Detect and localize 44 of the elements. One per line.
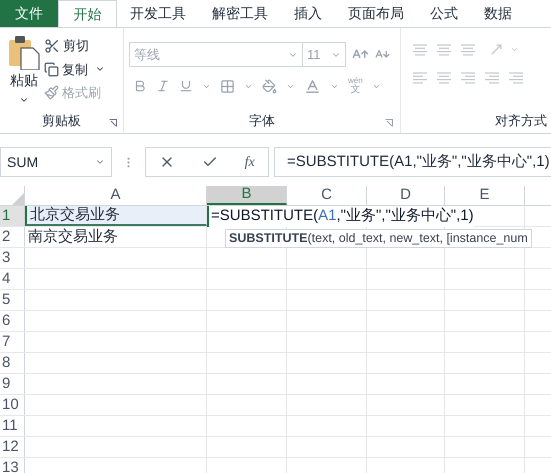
row-header[interactable]: 11 bbox=[0, 416, 25, 436]
ribbon-tab[interactable]: 公式 bbox=[418, 0, 470, 27]
row-header[interactable]: 12 bbox=[0, 437, 25, 457]
row-header[interactable]: 13 bbox=[0, 458, 25, 473]
group-label: 剪贴板 bbox=[42, 112, 81, 130]
ribbon-tab[interactable]: 开发工具 bbox=[118, 0, 198, 27]
insert-function-button[interactable]: fx bbox=[244, 152, 255, 172]
launcher-icon[interactable] bbox=[109, 119, 117, 127]
ribbon-tab[interactable]: 开始 bbox=[58, 0, 117, 27]
column-header[interactable]: D bbox=[367, 186, 445, 205]
group-label: 对齐方式 bbox=[495, 112, 547, 130]
name-box[interactable]: SUM bbox=[0, 147, 112, 177]
cut-button[interactable]: 剪切 bbox=[44, 36, 105, 56]
copy-icon bbox=[44, 62, 59, 77]
row-header[interactable]: 8 bbox=[0, 353, 25, 373]
table-cell: 北京交易业务 bbox=[25, 206, 207, 226]
row-header[interactable]: 4 bbox=[0, 269, 25, 289]
scissors-icon bbox=[44, 38, 60, 54]
copy-button[interactable]: 复制 bbox=[44, 60, 105, 79]
ribbon-tab[interactable]: 插入 bbox=[282, 0, 334, 27]
column-header[interactable]: C bbox=[287, 186, 367, 205]
ribbon-tab[interactable]: 解密工具 bbox=[200, 0, 280, 27]
ribbon-tab[interactable]: 页面布局 bbox=[336, 0, 416, 27]
formula-field[interactable]: =SUBSTITUTE(A1,"业务","业务中心",1) bbox=[274, 147, 551, 177]
editing-cell[interactable]: =SUBSTITUTE(A1,"业务","业务中心",1) bbox=[207, 206, 474, 227]
clipboard-icon bbox=[7, 34, 41, 70]
row-header[interactable]: 7 bbox=[0, 332, 25, 352]
row-header[interactable]: 3 bbox=[0, 248, 25, 268]
row-header[interactable]: 6 bbox=[0, 311, 25, 331]
group-label: 字体 bbox=[249, 112, 275, 130]
row-header[interactable]: 2 bbox=[0, 227, 25, 247]
ribbon-tab[interactable]: 文件 bbox=[0, 0, 58, 27]
row-header[interactable]: 9 bbox=[0, 374, 25, 394]
ribbon-tab[interactable]: 数据 bbox=[472, 0, 524, 27]
column-header[interactable]: B bbox=[207, 186, 287, 205]
column-header[interactable]: E bbox=[445, 186, 525, 205]
row-header[interactable]: 10 bbox=[0, 395, 25, 415]
caret-icon bbox=[510, 45, 519, 54]
table-cell: 南京交易业务 bbox=[25, 227, 207, 247]
row-header[interactable]: 5 bbox=[0, 290, 25, 310]
row-header[interactable]: 1 bbox=[0, 206, 25, 226]
function-tooltip: SUBSTITUTE(text, old_text, new_text, [instance_num bbox=[225, 229, 532, 248]
paste-button[interactable]: 粘贴 bbox=[0, 34, 44, 109]
paintbrush-icon bbox=[44, 85, 59, 100]
